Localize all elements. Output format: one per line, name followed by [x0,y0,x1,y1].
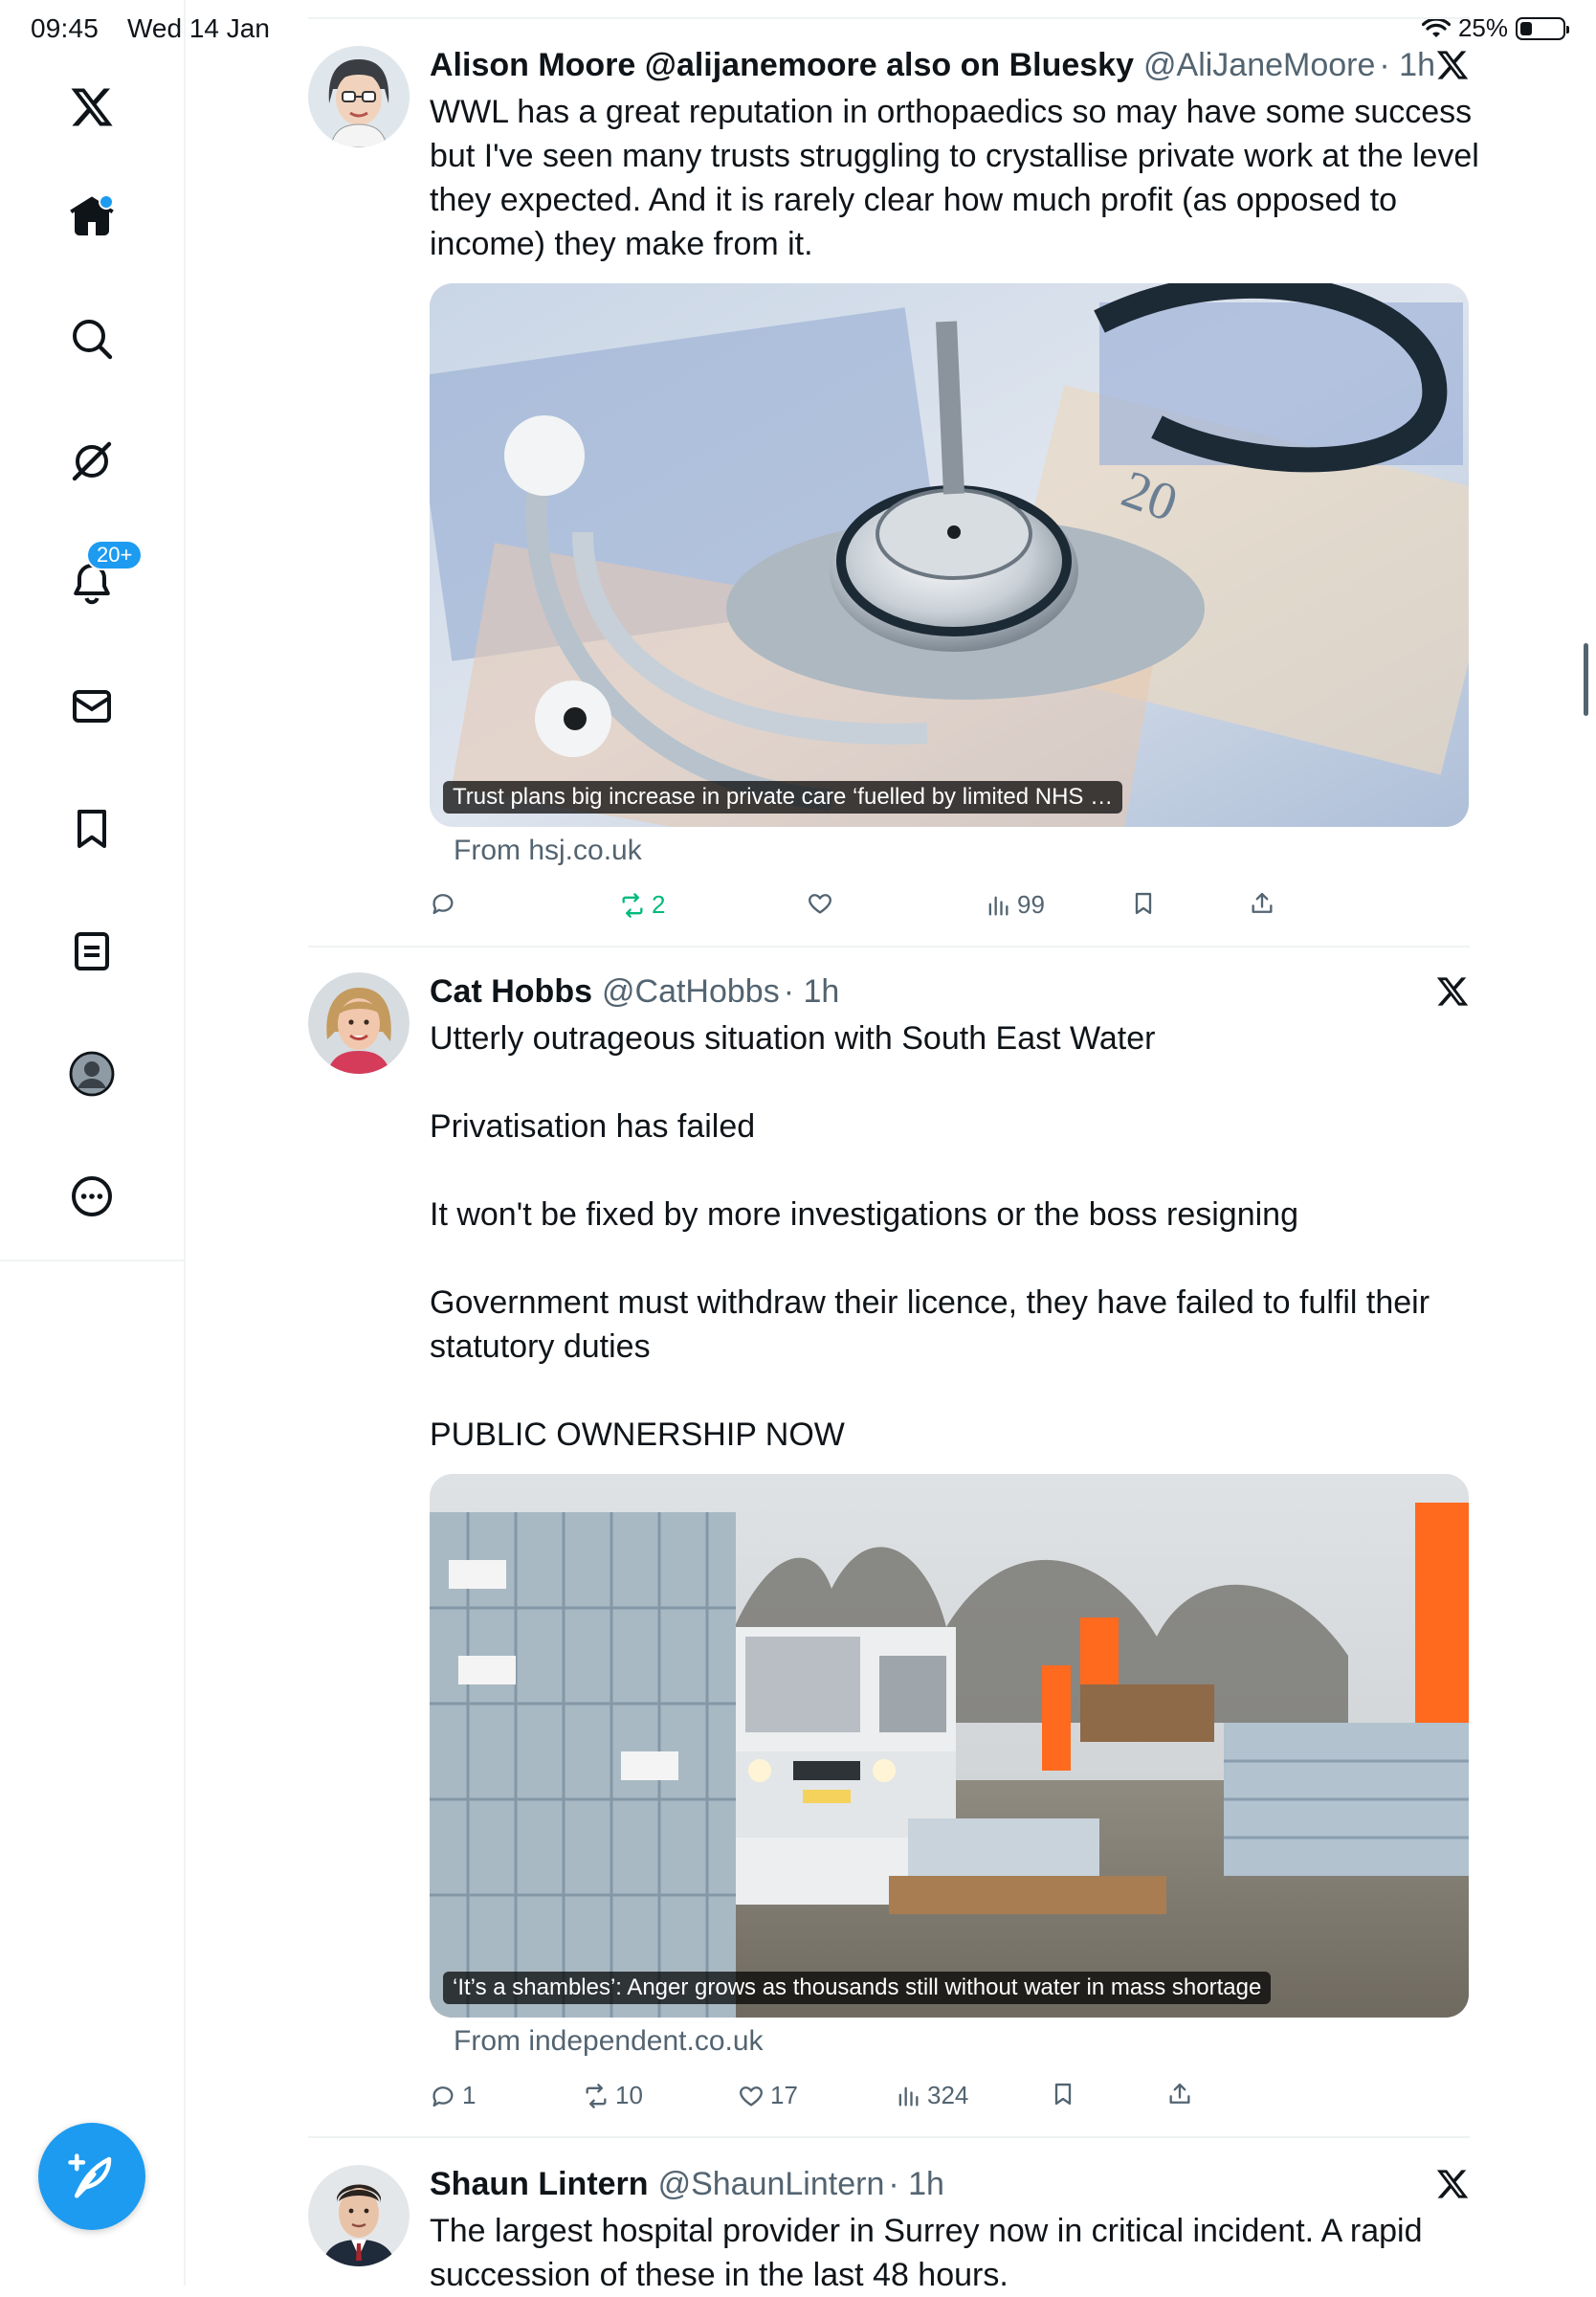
view-count: 324 [927,2081,969,2109]
messages-icon[interactable] [54,668,130,745]
link-card-title: ‘It’s a shambles’: Anger grows as thousa… [443,1972,1272,2004]
heart-icon [809,894,831,914]
author-handle[interactable]: @ShaunLintern [658,2165,885,2203]
reply-icon [432,2085,454,2107]
grok-icon[interactable] [54,423,130,500]
water-distribution-image [430,1474,1469,2018]
compose-button[interactable] [38,2123,145,2230]
repost-button[interactable]: 2 [619,890,665,920]
tweet-actions: 2 99 [430,890,1482,928]
repost-count: 2 [652,890,666,919]
repost-count: 10 [615,2081,643,2109]
view-count: 99 [1017,890,1045,919]
tweet-header: Alison Moore @alijanemoore also on Blues… [430,46,1435,84]
link-card[interactable]: 20 Trust plans big increase in private c… [430,283,1469,827]
tweet-header: Shaun Lintern @ShaunLintern · 1h [430,2165,944,2203]
tweet-time[interactable]: · 1h [784,972,840,1011]
repost-button[interactable]: 10 [583,2081,643,2110]
sidebar-divider [184,1260,186,2286]
wifi-icon [1421,17,1451,37]
like-count: 17 [770,2081,798,2109]
bookmarks-icon[interactable] [54,791,130,867]
notifications-icon[interactable]: 20+ [54,540,144,622]
avatar[interactable] [308,46,410,147]
stethoscope-image: 20 [430,283,1469,827]
x-logo-icon [1436,977,1469,1006]
reply-button[interactable] [430,890,462,917]
bookmark-icon [1135,892,1152,915]
tweet[interactable]: Shaun Lintern @ShaunLintern · 1h The lar… [308,2165,1470,2293]
share-icon [1252,892,1273,913]
author-handle[interactable]: @AliJaneMoore [1143,46,1375,84]
analytics-icon [988,896,1009,915]
bookmark-button[interactable] [1130,890,1157,917]
more-icon[interactable] [54,1158,130,1235]
tweet-header: Cat Hobbs @CatHobbs · 1h [430,972,839,1011]
battery-icon [1516,16,1569,40]
feed-divider [308,2136,1470,2138]
tweet[interactable]: Alison Moore @alijanemoore also on Blues… [308,46,1479,946]
author-name[interactable]: Alison Moore @alijanemoore also on Blues… [430,46,1134,84]
link-card-source[interactable]: From hsj.co.uk [454,835,642,867]
share-button[interactable] [1166,2081,1193,2107]
feed-divider [308,17,1470,19]
analytics-icon [898,2086,919,2106]
avatar[interactable] [308,2165,410,2266]
share-button[interactable] [1249,890,1275,917]
home-unread-dot [99,194,114,210]
views-button[interactable]: 99 [985,890,1045,920]
repost-icon [586,2083,607,2108]
profile-icon[interactable] [54,1036,130,1112]
views-button[interactable]: 324 [895,2081,968,2110]
like-button[interactable]: 17 [738,2081,798,2110]
tweet-text: WWL has a great reputation in orthopaedi… [430,94,1479,262]
like-button[interactable] [807,890,839,917]
scroll-indicator[interactable] [1584,643,1588,716]
tweet-time[interactable]: · 1h [1379,46,1435,84]
bookmark-icon [1054,2083,1072,2106]
sidebar: 20+ [0,0,186,1261]
notifications-badge: 20+ [86,540,144,570]
reply-count: 1 [462,2081,477,2109]
tweet-text: The largest hospital provider in Surrey … [430,2213,1423,2293]
avatar[interactable] [308,972,410,1074]
tweet-actions: 1 10 17 324 [430,2081,1482,2119]
heart-icon [740,2085,763,2106]
reply-button[interactable]: 1 [430,2081,476,2110]
tweet[interactable]: Cat Hobbs @CatHobbs · 1h Utterly outrage… [308,972,1470,2121]
home-icon[interactable] [54,178,130,255]
x-logo-icon[interactable] [54,69,130,145]
repost-icon [622,892,643,918]
lists-icon[interactable] [54,913,130,990]
search-icon[interactable] [54,301,130,377]
feed-divider [308,946,1470,948]
tweet-time[interactable]: · 1h [888,2165,944,2203]
link-card[interactable]: ‘It’s a shambles’: Anger grows as thousa… [430,1474,1469,2018]
tweet-text: Utterly outrageous situation with South … [430,1020,1430,1453]
author-name[interactable]: Cat Hobbs [430,972,592,1011]
author-name[interactable]: Shaun Lintern [430,2165,649,2203]
compose-feather-icon [68,2153,112,2198]
share-icon [1169,2083,1190,2104]
x-logo-icon [1436,51,1469,79]
link-card-title: Trust plans big increase in private care… [443,781,1123,814]
reply-icon [432,894,454,915]
author-handle[interactable]: @CatHobbs [602,972,780,1011]
link-card-source[interactable]: From independent.co.uk [454,2025,764,2058]
bookmark-button[interactable] [1050,2081,1076,2107]
x-logo-icon [1436,2170,1469,2198]
